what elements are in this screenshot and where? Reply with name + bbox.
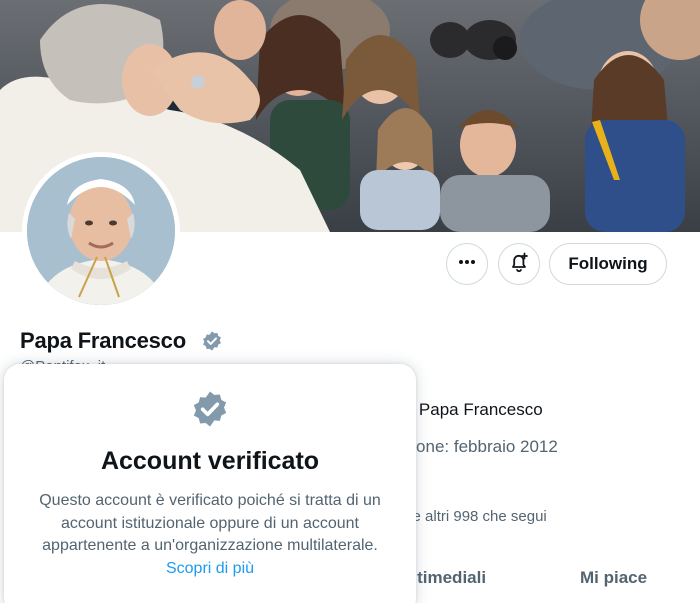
joined-date: izione: febbraio 2012: [400, 437, 558, 456]
bell-plus-icon: [508, 251, 530, 278]
verified-account-popover: Account verificato Questo account è veri…: [4, 364, 416, 603]
verified-badge-icon: [193, 391, 227, 427]
verified-badge-icon[interactable]: [201, 330, 223, 352]
profile-avatar-frame[interactable]: [22, 152, 180, 310]
avatar[interactable]: [27, 157, 175, 305]
profile-bio: tà Papa Francesco: [400, 400, 543, 419]
notifications-button[interactable]: [498, 243, 540, 285]
more-icon: [457, 252, 477, 277]
popover-title: Account verificato: [100, 447, 320, 475]
tab-likes[interactable]: Mi piace: [580, 568, 647, 588]
popover-description: Questo account è verificato poiché si tr…: [24, 490, 396, 580]
more-button[interactable]: [446, 243, 488, 285]
profile-page: Following Papa Francesco @Pontifex_it tà…: [0, 0, 700, 603]
followers-you-know[interactable]: o e altri 998 che segui: [400, 508, 547, 525]
learn-more-link[interactable]: Scopri di più: [166, 560, 254, 577]
popover-body-text: Questo account è verificato poiché si tr…: [39, 492, 381, 554]
following-button[interactable]: Following: [549, 243, 667, 285]
display-name: Papa Francesco: [20, 328, 186, 353]
